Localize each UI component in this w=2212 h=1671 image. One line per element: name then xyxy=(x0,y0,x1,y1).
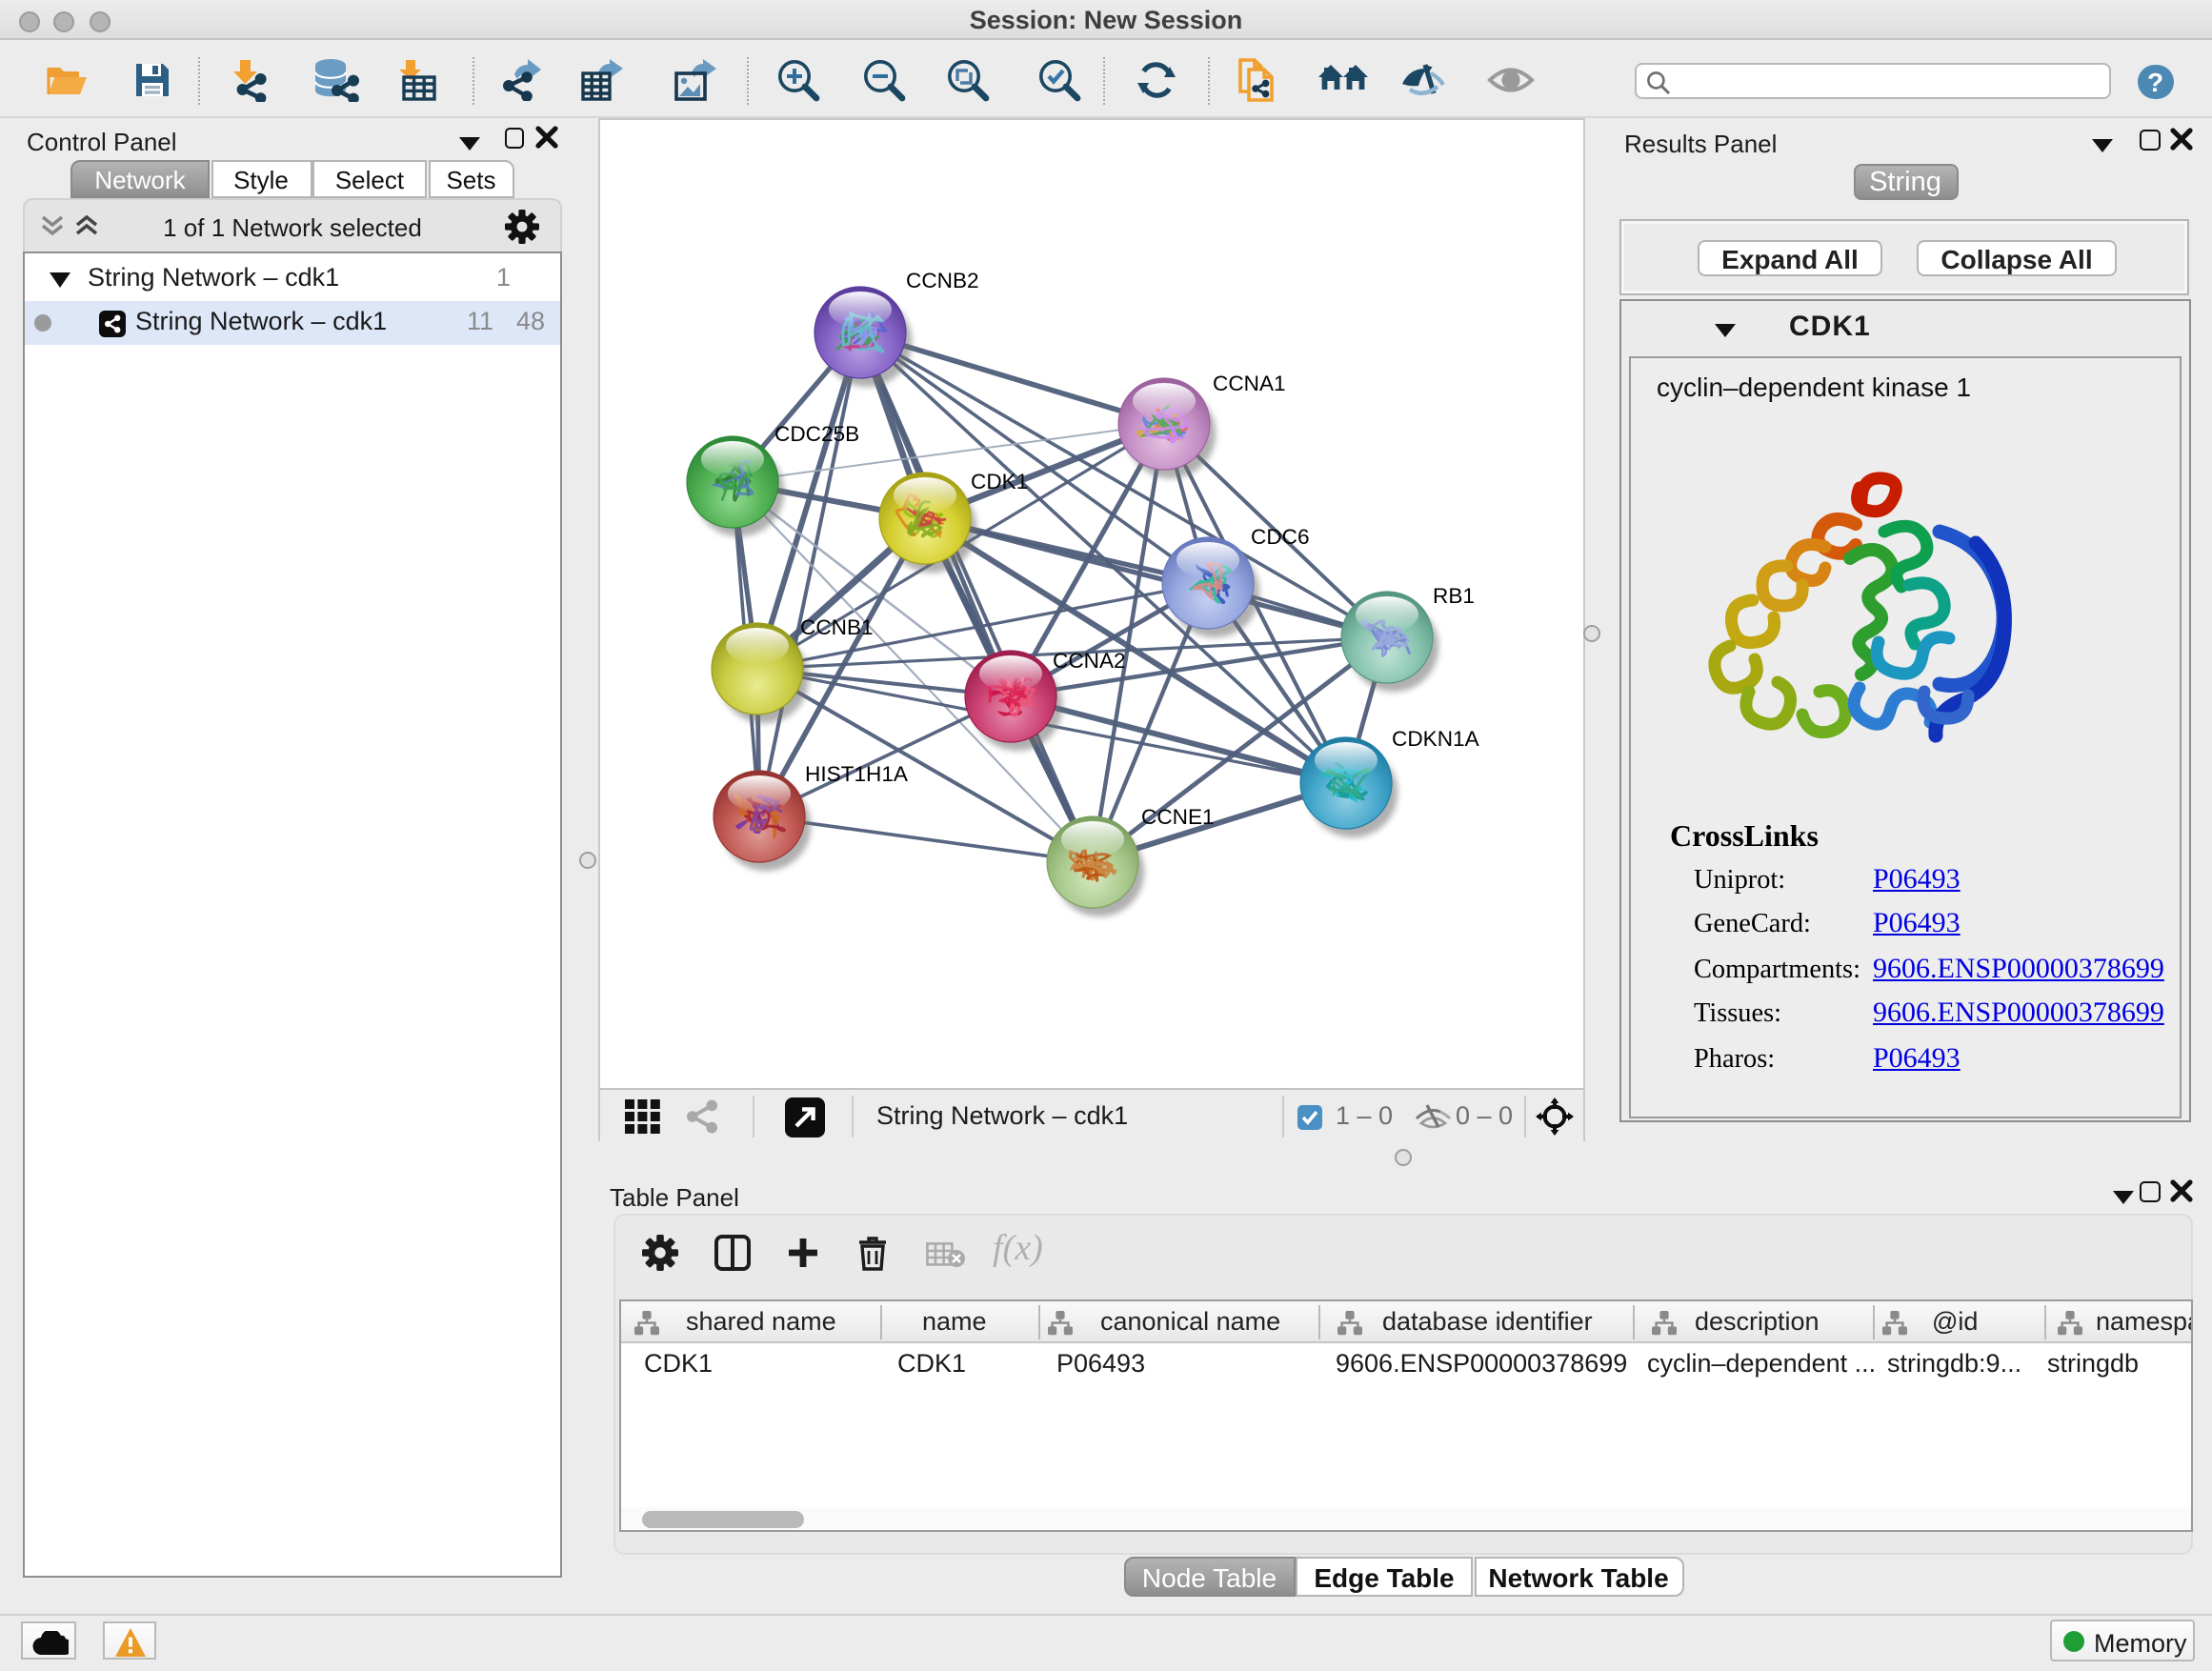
svg-text:CDK1: CDK1 xyxy=(971,470,1028,493)
svg-text:RB1: RB1 xyxy=(1433,584,1475,608)
svg-text:CDC25B: CDC25B xyxy=(774,422,859,446)
svg-text:HIST1H1A: HIST1H1A xyxy=(805,762,909,786)
svg-text:CDKN1A: CDKN1A xyxy=(1392,727,1480,751)
svg-text:CDC6: CDC6 xyxy=(1251,525,1310,549)
svg-text:CCNE1: CCNE1 xyxy=(1141,805,1215,829)
svg-text:CCNA2: CCNA2 xyxy=(1053,649,1126,673)
svg-text:CCNA1: CCNA1 xyxy=(1213,372,1286,395)
svg-text:CCNB1: CCNB1 xyxy=(800,615,874,639)
svg-text:CCNB2: CCNB2 xyxy=(906,269,979,292)
